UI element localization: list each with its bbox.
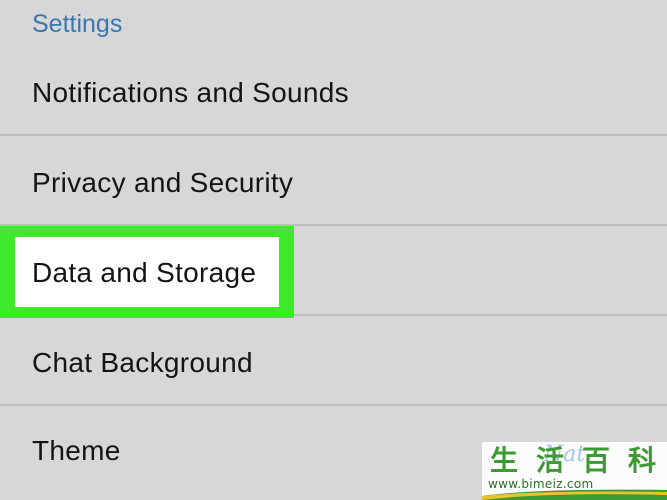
- settings-item-notifications[interactable]: Notifications and Sounds: [0, 46, 667, 136]
- settings-item-privacy[interactable]: Privacy and Security: [0, 136, 667, 226]
- settings-list: Notifications and Sounds Privacy and Sec…: [0, 46, 667, 466]
- settings-item-label: Chat Background: [32, 347, 253, 378]
- settings-item-label: Data and Storage: [32, 257, 257, 288]
- settings-item-data-storage[interactable]: Data and Storage: [0, 226, 667, 318]
- watermark-char: 活: [535, 444, 564, 477]
- settings-item-label: Theme: [32, 435, 121, 466]
- settings-item-label: Notifications and Sounds: [32, 77, 349, 108]
- watermark-url: www.bimeiz.com: [488, 477, 594, 491]
- settings-header: Settings: [32, 10, 123, 38]
- watermark-char: 科: [627, 444, 656, 477]
- watermark-char: 生: [489, 444, 518, 477]
- watermark-chars: 生 活 百 科: [486, 446, 660, 476]
- watermark: Nat 生 活 百 科 www.bimeiz.com: [482, 442, 667, 500]
- settings-item-label: Privacy and Security: [32, 167, 294, 198]
- watermark-char: 百: [581, 444, 610, 477]
- settings-item-chat-background[interactable]: Chat Background: [0, 316, 667, 406]
